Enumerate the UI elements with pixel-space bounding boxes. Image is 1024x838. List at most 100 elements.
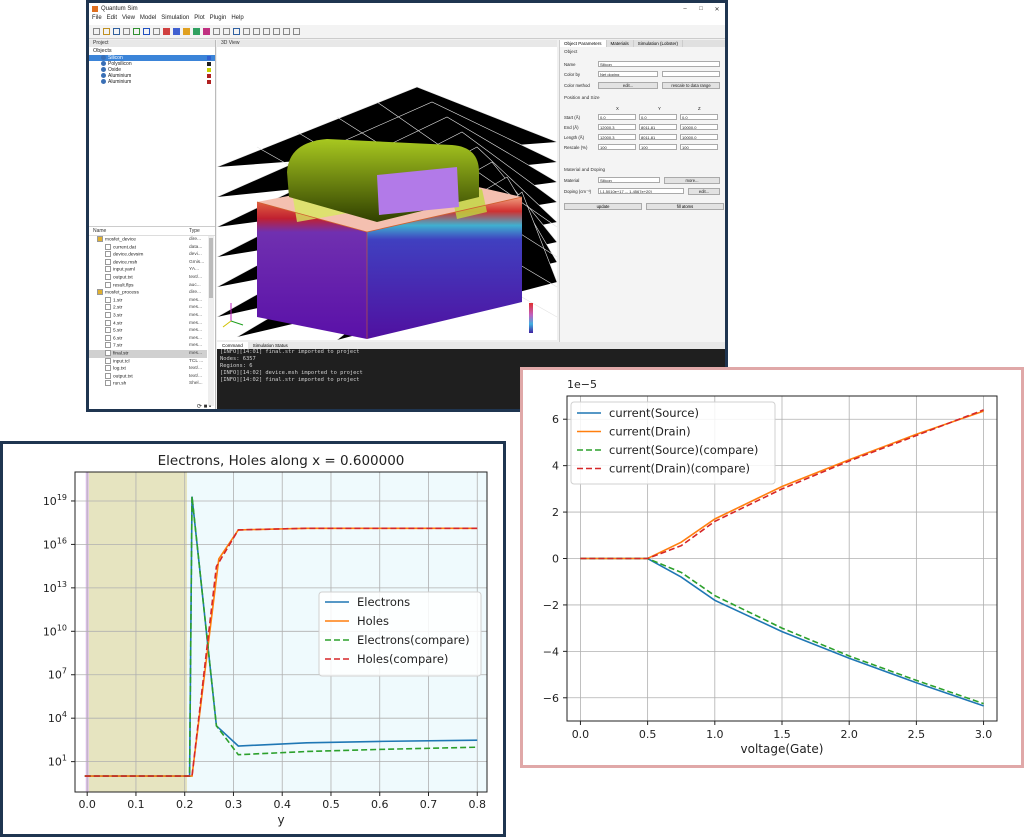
position-value-field[interactable]: 100 xyxy=(598,144,636,150)
redo-icon[interactable] xyxy=(153,28,160,35)
position-value-field[interactable]: 0.0 xyxy=(598,114,636,120)
color-by-select[interactable]: Net doping xyxy=(598,71,658,77)
position-value-field[interactable]: 0.0 xyxy=(680,114,718,120)
tree-col-name[interactable]: Name xyxy=(93,228,106,234)
tab-project[interactable]: Project xyxy=(89,40,215,47)
rescale-button[interactable]: rescale to data range xyxy=(662,82,720,89)
menu-simulation[interactable]: Simulation xyxy=(161,15,189,25)
doping-edit-button[interactable]: edit... xyxy=(688,188,720,195)
tree-item-type: mes... xyxy=(189,297,203,303)
tree-file[interactable]: device.msh Gmis... xyxy=(89,258,207,267)
add-box-icon[interactable] xyxy=(163,28,170,35)
tree-scrollbar[interactable] xyxy=(208,236,214,406)
tree-file[interactable]: 3.str mes... xyxy=(89,311,207,320)
tree-folder[interactable]: mosfet_device dire... xyxy=(89,236,207,244)
run-icon[interactable] xyxy=(253,28,260,35)
file-icon xyxy=(105,266,111,273)
tree-file[interactable]: 6.str mes... xyxy=(89,334,207,343)
atom-icon[interactable] xyxy=(263,28,270,35)
tree-file[interactable]: run.sh Shel... xyxy=(89,380,207,388)
tab-materials[interactable]: Materials xyxy=(607,40,634,47)
add-layer-icon[interactable] xyxy=(193,28,200,35)
tree-file[interactable]: input.yaml YA... xyxy=(89,266,207,274)
export-icon[interactable] xyxy=(133,28,140,35)
tab-simulation[interactable]: Simulation (Lobster) xyxy=(634,40,684,47)
tree-file[interactable]: 4.str mes... xyxy=(89,319,207,328)
undo-icon[interactable] xyxy=(143,28,150,35)
tree-file[interactable]: 1.str mes... xyxy=(89,296,207,305)
color-by-secondary-select[interactable] xyxy=(662,71,720,77)
tree-col-type[interactable]: Type xyxy=(189,228,200,234)
plot-icon[interactable] xyxy=(283,28,290,35)
menu-file[interactable]: File xyxy=(92,15,102,25)
device-3d-render[interactable] xyxy=(216,47,558,341)
cube-view-icon[interactable] xyxy=(233,28,240,35)
position-value-field[interactable]: 10000.0 xyxy=(680,134,718,140)
tools-icon[interactable] xyxy=(273,28,280,35)
object-color-swatch[interactable] xyxy=(207,80,211,84)
tree-file[interactable]: final.str mes... xyxy=(89,349,207,358)
tree-file[interactable]: input.tcl TCL ... xyxy=(89,357,207,366)
tree-file[interactable]: output.txt text/... xyxy=(89,372,207,381)
object-color-swatch[interactable] xyxy=(207,74,211,78)
object-color-swatch[interactable] xyxy=(207,62,211,66)
material-select[interactable]: Silicon xyxy=(598,177,660,183)
add-region-icon[interactable] xyxy=(203,28,210,35)
name-field[interactable]: Silicon xyxy=(598,61,720,67)
menu-plot[interactable]: Plot xyxy=(194,15,204,25)
delete-icon[interactable]: ▪ xyxy=(209,404,211,409)
tree-file[interactable]: 5.str mes... xyxy=(89,327,207,335)
object-type-icon xyxy=(101,55,106,61)
x-tick-label: 0.8 xyxy=(468,798,486,811)
object-item[interactable]: Aluminium xyxy=(89,79,215,85)
tree-file[interactable]: device.devsim devi... xyxy=(89,251,207,259)
doping-field[interactable]: [-1.5010e+17 ... 1.4567e+20] xyxy=(598,188,684,194)
rotate-icon[interactable] xyxy=(223,28,230,35)
tree-file[interactable]: output.txt text/... xyxy=(89,273,207,282)
menu-view[interactable]: View xyxy=(122,15,135,25)
position-value-field[interactable]: 100 xyxy=(639,144,677,150)
menu-model[interactable]: Model xyxy=(140,15,156,25)
menu-help[interactable]: Help xyxy=(231,15,243,25)
update-button[interactable]: update xyxy=(564,203,642,210)
position-value-field[interactable]: 100 xyxy=(680,144,718,150)
open-file-icon[interactable] xyxy=(103,28,110,35)
refresh-icon[interactable]: ⟳ xyxy=(197,404,202,409)
close-button[interactable]: ✕ xyxy=(709,6,725,13)
tab-simulation-status[interactable]: Simulation Status xyxy=(248,342,293,349)
tree-file[interactable]: 2.str mes... xyxy=(89,304,207,312)
new-file-icon[interactable] xyxy=(93,28,100,35)
mesh-icon[interactable] xyxy=(243,28,250,35)
tree-file[interactable]: 7.str mes... xyxy=(89,342,207,350)
position-value-field[interactable]: 8011.81 xyxy=(639,124,677,130)
tab-3d-view[interactable]: 3D View xyxy=(217,40,557,47)
tree-file[interactable]: current.dat data... xyxy=(89,243,207,252)
add-cylinder-icon[interactable] xyxy=(173,28,180,35)
object-color-swatch[interactable] xyxy=(207,56,211,60)
cloud-icon[interactable] xyxy=(293,28,300,35)
maximize-button[interactable]: □ xyxy=(693,6,709,13)
tree-scroll-thumb[interactable] xyxy=(209,238,213,298)
save-icon[interactable] xyxy=(113,28,120,35)
minimize-button[interactable]: – xyxy=(677,6,693,13)
menu-plugin[interactable]: Plugin xyxy=(210,15,227,25)
fill-atoms-button[interactable]: fill atoms xyxy=(646,203,724,210)
folder-icon[interactable]: ■ xyxy=(204,404,208,409)
position-value-field[interactable]: 12000.3 xyxy=(598,134,636,140)
add-sphere-icon[interactable] xyxy=(183,28,190,35)
position-value-field[interactable]: 10000.0 xyxy=(680,124,718,130)
import-icon[interactable] xyxy=(123,28,130,35)
position-value-field[interactable]: 12000.3 xyxy=(598,124,636,130)
tab-command[interactable]: Command xyxy=(217,342,248,349)
tree-file[interactable]: log.txt text/... xyxy=(89,365,207,373)
move-icon[interactable] xyxy=(213,28,220,35)
tree-file[interactable]: result.flps auc... xyxy=(89,281,207,290)
edit-color-button[interactable]: edit... xyxy=(598,82,658,89)
object-color-swatch[interactable] xyxy=(207,68,211,72)
position-value-field[interactable]: 8011.81 xyxy=(639,134,677,140)
position-value-field[interactable]: 0.0 xyxy=(639,114,677,120)
tree-folder[interactable]: mosfet_process dire... xyxy=(89,289,207,297)
more-button[interactable]: more... xyxy=(664,177,720,184)
tab-object-parameters[interactable]: Object Parameters xyxy=(560,40,607,47)
menu-edit[interactable]: Edit xyxy=(107,15,117,25)
